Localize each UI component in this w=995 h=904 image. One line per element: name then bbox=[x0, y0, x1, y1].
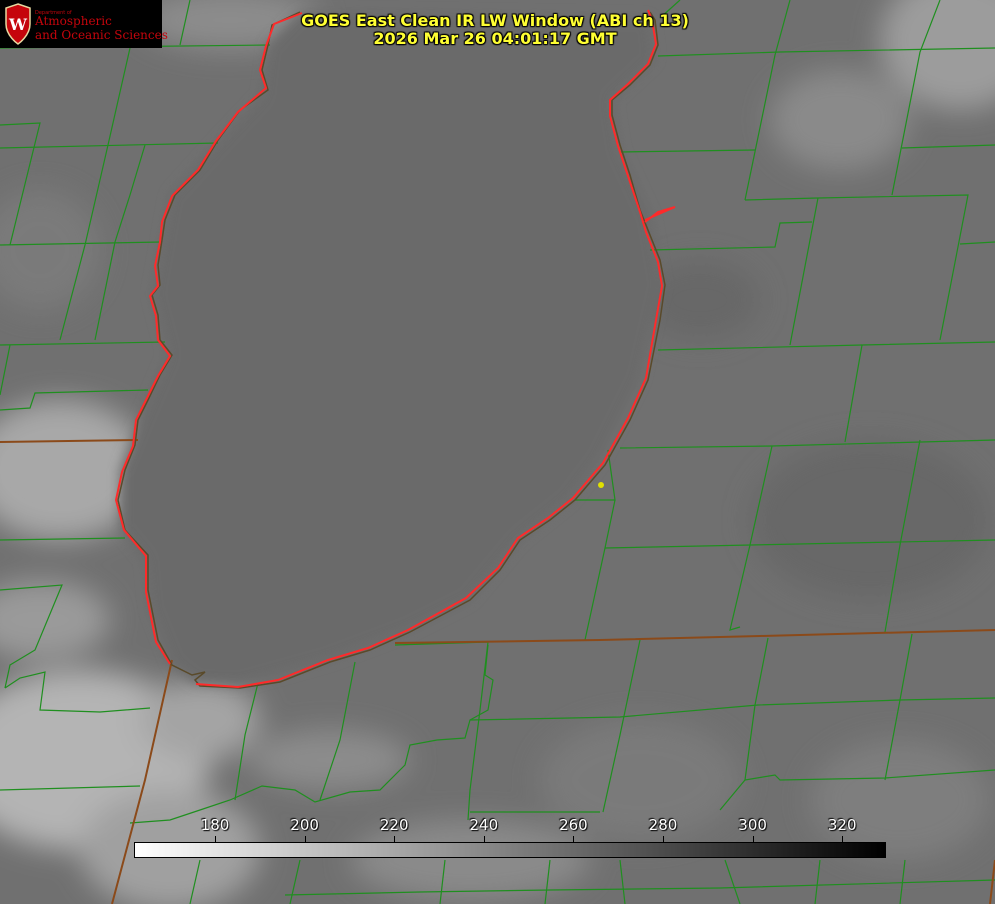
colorbar-tick-label: 320 bbox=[827, 816, 857, 834]
colorbar-tick-mark bbox=[842, 836, 844, 842]
colorbar-tick-label: 240 bbox=[469, 816, 499, 834]
title-line-1: GOES East Clean IR LW Window (ABI ch 13) bbox=[301, 11, 689, 30]
colorbar-tick-mark bbox=[394, 836, 396, 842]
colorbar-tick-label: 200 bbox=[290, 816, 319, 834]
colorbar-tick-label: 280 bbox=[648, 816, 678, 834]
location-marker bbox=[598, 482, 604, 488]
colorbar-tick-mark bbox=[663, 836, 664, 842]
colorbar-tick-mark bbox=[573, 836, 575, 842]
colorbar-tick-mark bbox=[752, 836, 754, 842]
colorbar-tick-label: 220 bbox=[379, 816, 409, 834]
colorbar-tick-label: 300 bbox=[738, 816, 767, 834]
colorbar-tick-label: 260 bbox=[559, 816, 588, 834]
title-timestamp: 2026 Mar 26 04:01:17 GMT bbox=[373, 29, 617, 48]
colorbar-tick-label: 180 bbox=[200, 816, 230, 834]
colorbar-tick-mark bbox=[304, 836, 306, 842]
colorbar bbox=[134, 842, 886, 858]
image-title: GOES East Clean IR LW Window (ABI ch 13)… bbox=[0, 12, 995, 48]
colorbar-tick-mark bbox=[483, 836, 485, 842]
colorbar-tick-mark bbox=[215, 836, 216, 842]
map-canvas bbox=[0, 0, 995, 904]
satellite-map: W Department of Atmospheric and Oceanic … bbox=[0, 0, 995, 904]
